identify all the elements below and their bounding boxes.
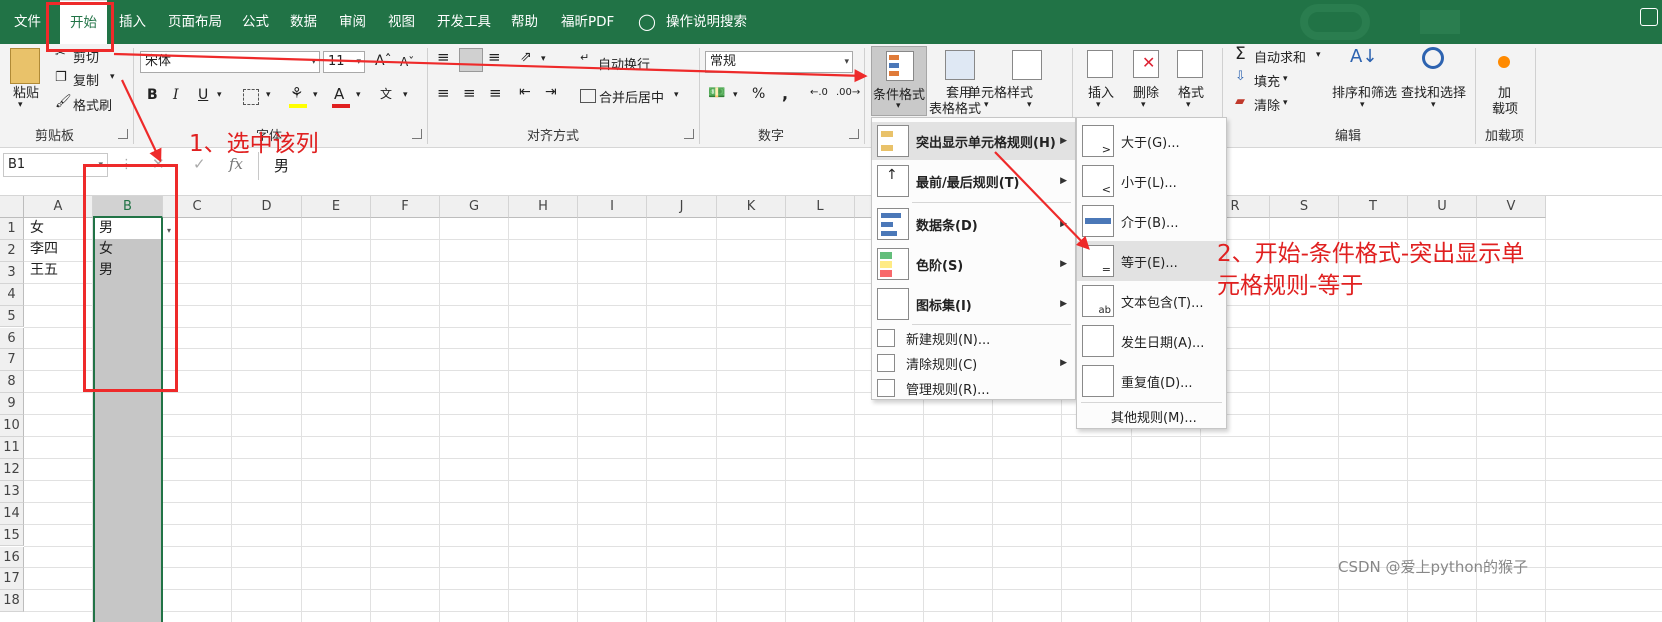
- arrow-to-column: [121, 79, 162, 163]
- arrow-to-conditional-format: [113, 52, 868, 83]
- excel-window: 文件 开始 插入 页面布局 公式 数据 审阅 视图 开发工具 帮助 福昕PDF …: [0, 0, 1662, 622]
- arrow-to-equal-to: [994, 151, 1090, 250]
- annotation-arrows: [113, 52, 1090, 250]
